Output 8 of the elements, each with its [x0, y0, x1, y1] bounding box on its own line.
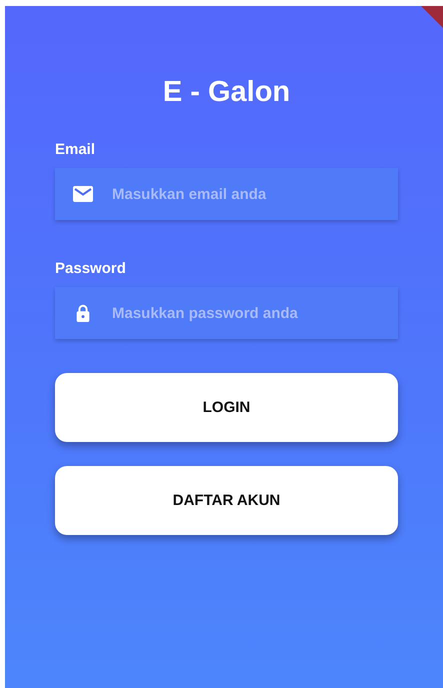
field-label: Email — [55, 141, 96, 158]
action-button[interactable]: DAFTAR AKUN — [55, 466, 398, 535]
corner-ribbon — [421, 6, 443, 28]
field-label: Password — [55, 260, 127, 277]
input-field[interactable]: Masukkan password anda — [55, 287, 398, 339]
app-title: E - Galon — [162, 76, 292, 109]
action-button[interactable]: LOGIN — [55, 373, 398, 442]
input-field[interactable]: Masukkan email anda — [55, 168, 398, 220]
